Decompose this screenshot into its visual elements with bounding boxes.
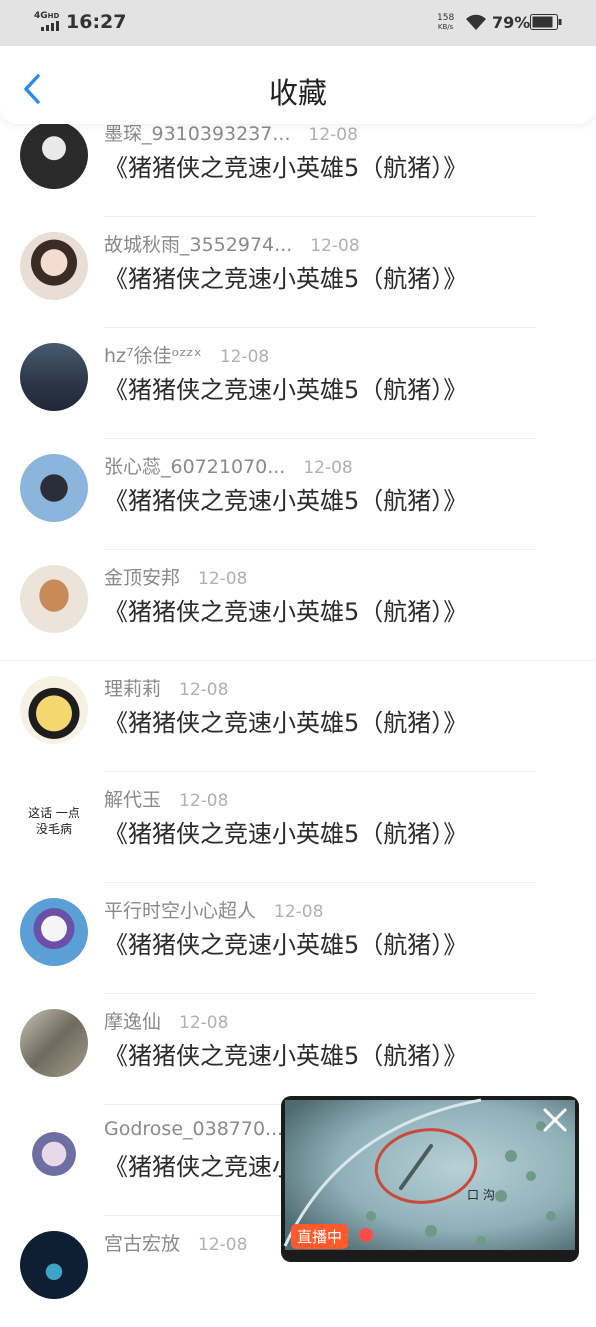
date: 12-08 <box>219 347 270 367</box>
collection-title[interactable]: 《猪猪侠之竞速小英雄5（航猪）》 <box>104 481 467 516</box>
list-item[interactable]: 故城秋雨_3552974... 12-08 《猪猪侠之竞速小英雄5（航猪）》 <box>0 217 596 328</box>
date: 12-08 <box>308 125 358 145</box>
username[interactable]: 墨琛_9310393237... <box>104 123 291 145</box>
username[interactable]: 解代玉 <box>104 789 161 811</box>
list-item[interactable]: 张心蕊_60721070... 12-08 《猪猪侠之竞速小英雄5（航猪）》 <box>0 439 596 550</box>
username[interactable]: 宫古宏放 <box>104 1233 180 1255</box>
live-dot <box>359 1228 373 1242</box>
avatar[interactable] <box>20 565 88 633</box>
collection-title[interactable]: 《猪猪侠之竞速小英雄5（航猪）》 <box>104 814 467 849</box>
battery-percent: 79% <box>492 13 531 32</box>
avatar[interactable] <box>20 232 88 300</box>
date: 12-08 <box>179 791 229 811</box>
collection-title[interactable]: 《猪猪侠之竞速小英雄5（航猪）》 <box>104 370 467 405</box>
username[interactable]: 平行时空小心超人 <box>104 900 256 922</box>
status-bar: 4GHD 16:27 158 KB/s 79% <box>0 0 596 46</box>
page-title: 收藏 <box>268 76 327 110</box>
avatar[interactable]: 这话 一点 没毛病 <box>20 787 88 855</box>
avatar[interactable] <box>20 454 88 522</box>
live-video-window[interactable]: 口 沟 直播中 <box>281 1096 579 1262</box>
live-overlay-text: 口 沟 <box>467 1188 495 1202</box>
avatar[interactable] <box>20 676 88 744</box>
header-bar: 收藏 <box>0 46 596 124</box>
date: 12-08 <box>198 569 248 589</box>
list-item[interactable]: 摩逸仙 12-08 《猪猪侠之竞速小英雄5（航猪）》 <box>0 994 596 1105</box>
clock: 16:27 <box>66 11 127 33</box>
live-badge: 直播中 <box>291 1224 349 1249</box>
username[interactable]: 理莉莉 <box>104 678 161 700</box>
signal-icon <box>41 21 59 31</box>
list-item[interactable]: 理莉莉 12-08 《猪猪侠之竞速小英雄5（航猪）》 <box>0 661 596 772</box>
collection-title[interactable]: 《猪猪侠之竞速小英雄5（航猪）》 <box>104 592 467 627</box>
wifi-icon <box>466 14 486 30</box>
username[interactable]: hz⁷徐佳ᵒᶻᶻˣ <box>104 345 202 367</box>
avatar[interactable] <box>20 343 88 411</box>
collection-title[interactable]: 《猪猪侠之竞速小英雄5（航猪）》 <box>104 259 467 294</box>
username[interactable]: 张心蕊_60721070... <box>104 456 285 478</box>
date: 12-08 <box>274 902 324 922</box>
avatar[interactable] <box>20 121 88 189</box>
close-button[interactable] <box>539 1104 571 1136</box>
date: 12-08 <box>179 1013 229 1033</box>
date: 12-08 <box>179 680 229 700</box>
username[interactable]: 摩逸仙 <box>104 1011 161 1033</box>
collection-title[interactable]: 《猪猪侠之竞速小英雄5（航猪）》 <box>104 1036 467 1071</box>
username[interactable]: 金顶安邦 <box>104 567 180 589</box>
avatar[interactable] <box>20 1231 88 1299</box>
collection-title[interactable]: 《猪猪侠之竞速小英雄5（航猪）》 <box>104 703 467 738</box>
date: 12-08 <box>198 1235 248 1255</box>
avatar-text: 这话 一点 没毛病 <box>28 806 80 836</box>
avatar[interactable] <box>20 1120 88 1188</box>
network-type: 4GHD <box>34 11 60 21</box>
close-icon <box>543 1108 567 1132</box>
username[interactable]: 故城秋雨_3552974... <box>104 234 292 256</box>
date: 12-08 <box>303 458 353 478</box>
list-item[interactable]: 金顶安邦 12-08 《猪猪侠之竞速小英雄5（航猪）》 <box>0 550 596 661</box>
collection-title[interactable]: 《猪猪侠之竞速小英雄5（航猪）》 <box>104 148 467 183</box>
network-speed: 158 KB/s <box>437 13 455 32</box>
collection-title[interactable]: 《猪猪侠之竞速小英雄5（航猪）》 <box>104 925 467 960</box>
list-item[interactable]: 平行时空小心超人 12-08 《猪猪侠之竞速小英雄5（航猪）》 <box>0 883 596 994</box>
date: 12-08 <box>310 236 360 256</box>
battery-icon <box>530 14 562 30</box>
avatar[interactable] <box>20 898 88 966</box>
username[interactable]: Godrose_038770... <box>104 1118 283 1140</box>
avatar[interactable] <box>20 1009 88 1077</box>
list-item[interactable]: hz⁷徐佳ᵒᶻᶻˣ 12-08 《猪猪侠之竞速小英雄5（航猪）》 <box>0 328 596 439</box>
list-item[interactable]: 这话 一点 没毛病 解代玉 12-08 《猪猪侠之竞速小英雄5（航猪）》 <box>0 772 596 883</box>
